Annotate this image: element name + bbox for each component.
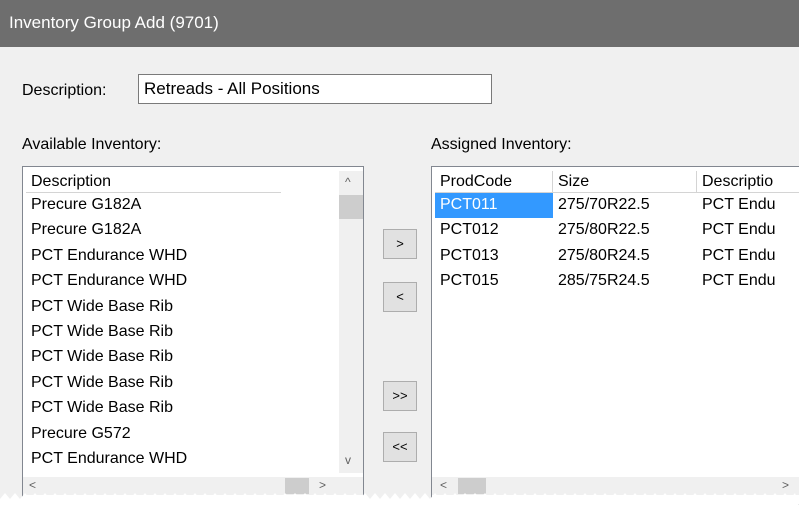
list-item-description: PCT Wide Base Rib bbox=[31, 323, 173, 340]
list-item[interactable]: PCT Wide Base Rib bbox=[26, 345, 338, 370]
list-item[interactable]: PCT Wide Base Rib bbox=[26, 320, 338, 345]
table-row[interactable]: PCT015 285/75R24.5 PCT Endu bbox=[432, 269, 799, 294]
remove-button[interactable]: < bbox=[383, 282, 417, 312]
cell-size: 275/70R22.5 bbox=[558, 196, 650, 213]
cell-desc: PCT Endu bbox=[702, 272, 776, 290]
title-bar: Inventory Group Add (9701) bbox=[0, 0, 799, 47]
available-inventory-list[interactable]: Description Precure G182A Precure G182A PC… bbox=[22, 166, 364, 505]
available-inventory-label: Available Inventory: bbox=[22, 136, 162, 153]
scrollbar-thumb[interactable] bbox=[339, 195, 363, 219]
cell-size: 275/80R22.5 bbox=[558, 221, 650, 239]
list-item-description: PCT Wide Base Rib bbox=[31, 297, 173, 315]
table-row[interactable]: PCT012 275/80R22.5 PCT Endu bbox=[432, 218, 799, 243]
list-item-description: Precure G182A bbox=[31, 196, 142, 213]
scroll-right-icon[interactable]: > bbox=[319, 478, 326, 492]
list-item-description: Precure G182A bbox=[31, 221, 142, 239]
scroll-down-icon[interactable]: v bbox=[345, 453, 351, 467]
list-item-description: PCT Wide Base Rib bbox=[31, 348, 173, 366]
scroll-up-icon[interactable]: ^ bbox=[345, 175, 351, 189]
list-item-description: PCT Endurance WHD bbox=[31, 272, 188, 290]
torn-edge bbox=[0, 493, 799, 505]
scroll-left-icon[interactable]: < bbox=[440, 478, 447, 492]
cell-code: PCT013 bbox=[440, 246, 499, 264]
list-item-description: PCT Wide Base Rib bbox=[31, 399, 173, 417]
table-row[interactable]: PCT013 275/80R24.5 PCT Endu bbox=[432, 244, 799, 269]
list-item[interactable]: Precure G572 bbox=[26, 422, 338, 447]
remove-all-button[interactable]: << bbox=[383, 432, 417, 462]
list-item-description: PCT Endurance WHD bbox=[31, 246, 188, 264]
cell-size: 285/75R24.5 bbox=[558, 272, 650, 290]
cell-desc: PCT Endu bbox=[702, 246, 776, 264]
add-all-button[interactable]: >> bbox=[383, 381, 417, 411]
description-label: Description: bbox=[22, 82, 107, 99]
assigned-inventory-list[interactable]: ProdCode Size Descriptio PCT011 275/70R22… bbox=[431, 166, 799, 505]
column-header-description[interactable]: Description bbox=[26, 171, 281, 193]
list-item-description: Precure G572 bbox=[31, 424, 131, 442]
description-input[interactable]: Retreads - All Positions bbox=[138, 74, 492, 104]
table-row[interactable]: PCT011 275/70R22.5 PCT Endu bbox=[432, 193, 799, 218]
list-item[interactable]: PCT Endurance WHD bbox=[26, 244, 338, 269]
list-item-description: PCT Wide Base Rib bbox=[31, 373, 173, 391]
list-item[interactable]: PCT Wide Base Rib bbox=[26, 396, 338, 421]
assigned-inventory-label: Assigned Inventory: bbox=[431, 136, 572, 153]
window-title: Inventory Group Add (9701) bbox=[9, 13, 219, 32]
list-item[interactable]: PCT Wide Base Rib bbox=[26, 295, 338, 320]
scroll-right-icon[interactable]: > bbox=[782, 478, 789, 492]
cell-code: PCT012 bbox=[440, 221, 499, 239]
cell-desc: PCT Endu bbox=[702, 196, 776, 213]
list-item[interactable]: Precure G182A bbox=[26, 218, 338, 243]
cell-code: PCT011 bbox=[435, 193, 553, 218]
cell-desc: PCT Endu bbox=[702, 221, 776, 239]
list-item[interactable]: PCT Endurance WHD bbox=[26, 447, 338, 472]
list-item[interactable]: Precure G182A bbox=[26, 193, 338, 218]
list-item[interactable]: PCT Endurance WHD bbox=[26, 269, 338, 294]
cell-code: PCT015 bbox=[440, 272, 499, 290]
column-header-prodcode[interactable]: ProdCode bbox=[435, 171, 553, 193]
add-button[interactable]: > bbox=[383, 229, 417, 259]
list-item-description: PCT Endurance WHD bbox=[31, 450, 188, 467]
cell-size: 275/80R24.5 bbox=[558, 246, 650, 264]
list-item[interactable]: PCT Wide Base Rib bbox=[26, 371, 338, 396]
column-header-size[interactable]: Size bbox=[553, 171, 697, 193]
column-header-description[interactable]: Descriptio bbox=[697, 171, 799, 193]
scroll-left-icon[interactable]: < bbox=[29, 478, 36, 492]
